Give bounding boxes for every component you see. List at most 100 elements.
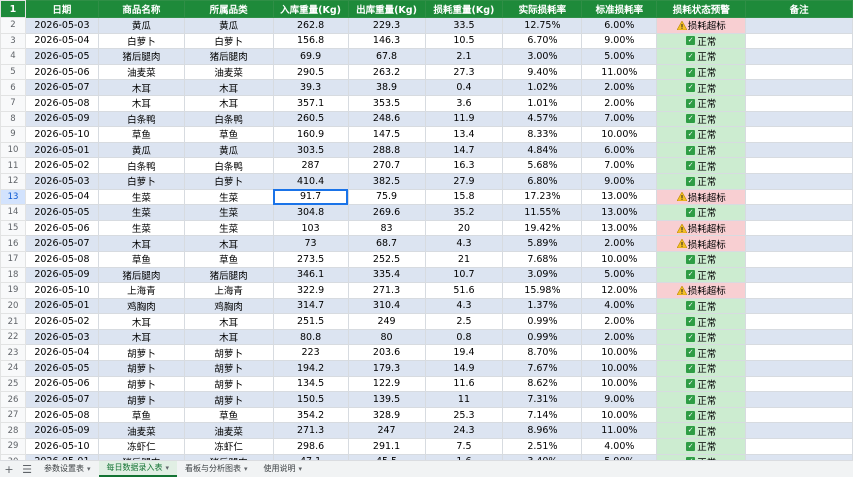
cell-standard-rate[interactable]: 2.00% xyxy=(581,79,658,96)
cell-actual-rate[interactable]: 3.00% xyxy=(502,48,583,65)
cell-category[interactable]: 猪后腿肉 xyxy=(183,48,274,65)
cell-in-weight[interactable]: 194.2 xyxy=(272,360,349,377)
cell-status[interactable]: ✓正常 xyxy=(656,406,747,424)
chevron-down-icon[interactable]: ▾ xyxy=(244,461,248,477)
cell-out-weight[interactable]: 247 xyxy=(347,422,426,440)
cell-out-weight[interactable]: 68.7 xyxy=(347,235,426,252)
plus-icon[interactable]: + xyxy=(0,463,18,476)
cell-actual-rate[interactable]: 12.75% xyxy=(502,17,583,34)
cell-in-weight[interactable]: 273.5 xyxy=(272,250,349,268)
cell-product[interactable]: 生菜 xyxy=(97,188,185,206)
col-in-weight-header[interactable]: 入库重量(Kg) xyxy=(272,0,349,18)
row-number[interactable]: 8 xyxy=(0,110,26,128)
cell-product[interactable]: 草鱼 xyxy=(97,250,185,268)
cell-in-weight[interactable]: 357.1 xyxy=(272,94,349,112)
cell-actual-rate[interactable]: 1.37% xyxy=(502,297,583,315)
cell-out-weight[interactable]: 83 xyxy=(347,219,426,237)
cell-loss-weight[interactable]: 10.7 xyxy=(424,266,504,284)
cell-loss-weight[interactable]: 11.9 xyxy=(424,110,504,128)
cell-status[interactable]: ✓正常 xyxy=(656,391,747,408)
sheet-tab[interactable]: 每日数据录入表 ▾ xyxy=(98,461,178,477)
cell-out-weight[interactable]: 270.7 xyxy=(347,157,426,174)
col-actual-rate-header[interactable]: 实际损耗率 xyxy=(502,0,583,18)
cell-standard-rate[interactable]: 13.00% xyxy=(581,204,658,221)
cell-in-weight[interactable]: 69.9 xyxy=(272,48,349,65)
cell-notes[interactable] xyxy=(745,406,853,424)
cell-notes[interactable] xyxy=(745,328,853,346)
cell-in-weight[interactable]: 271.3 xyxy=(272,422,349,440)
cell-date[interactable]: 2026-05-01 xyxy=(24,297,99,315)
cell-category[interactable]: 鸡胸肉 xyxy=(183,297,274,315)
cell-notes[interactable] xyxy=(745,219,853,237)
cell-category[interactable]: 白萝卜 xyxy=(183,32,274,50)
cell-actual-rate[interactable]: 7.14% xyxy=(502,406,583,424)
cell-out-weight[interactable]: 291.1 xyxy=(347,438,426,455)
cell-out-weight[interactable]: 248.6 xyxy=(347,110,426,128)
cell-out-weight[interactable]: 122.9 xyxy=(347,375,426,393)
row-number[interactable]: 29 xyxy=(0,438,26,455)
cell-status[interactable]: 损耗超标 xyxy=(656,235,747,252)
cell-actual-rate[interactable]: 2.51% xyxy=(502,438,583,455)
cell-loss-weight[interactable]: 27.9 xyxy=(424,172,504,190)
row-number[interactable]: 7 xyxy=(0,94,26,112)
cell-standard-rate[interactable]: 10.00% xyxy=(581,344,658,362)
col-loss-weight-header[interactable]: 损耗重量(Kg) xyxy=(424,0,504,18)
cell-category[interactable]: 油麦菜 xyxy=(183,63,274,81)
row-number[interactable]: 9 xyxy=(0,126,26,143)
sheet-tab[interactable]: 参数设置表 ▾ xyxy=(36,461,99,477)
cell-date[interactable]: 2026-05-05 xyxy=(24,204,99,221)
cell-actual-rate[interactable]: 5.68% xyxy=(502,157,583,174)
row-number[interactable]: 28 xyxy=(0,422,26,440)
cell-product[interactable]: 猪后腿肉 xyxy=(97,48,185,65)
cell-notes[interactable] xyxy=(745,313,853,330)
cell-standard-rate[interactable]: 10.00% xyxy=(581,375,658,393)
cell-notes[interactable] xyxy=(745,172,853,190)
chevron-down-icon[interactable]: ▾ xyxy=(299,461,303,477)
cell-loss-weight[interactable]: 2.1 xyxy=(424,48,504,65)
cell-date[interactable]: 2026-05-01 xyxy=(24,141,99,159)
cell-date[interactable]: 2026-05-07 xyxy=(24,79,99,96)
cell-status[interactable]: ✓正常 xyxy=(656,48,747,65)
cell-out-weight[interactable]: 271.3 xyxy=(347,282,426,299)
cell-in-weight[interactable]: 304.8 xyxy=(272,204,349,221)
row-number[interactable]: 1 xyxy=(0,0,26,18)
cell-standard-rate[interactable]: 5.00% xyxy=(581,266,658,284)
cell-in-weight[interactable]: 287 xyxy=(272,157,349,174)
cell-in-weight[interactable]: 103 xyxy=(272,219,349,237)
cell-notes[interactable] xyxy=(745,17,853,34)
cell-category[interactable]: 白条鸭 xyxy=(183,157,274,174)
cell-in-weight[interactable]: 298.6 xyxy=(272,438,349,455)
cell-in-weight[interactable]: 134.5 xyxy=(272,375,349,393)
cell-product[interactable]: 胡萝卜 xyxy=(97,375,185,393)
cell-notes[interactable] xyxy=(745,422,853,440)
row-number[interactable]: 6 xyxy=(0,79,26,96)
cell-date[interactable]: 2026-05-08 xyxy=(24,250,99,268)
cell-out-weight[interactable]: 335.4 xyxy=(347,266,426,284)
cell-loss-weight[interactable]: 0.8 xyxy=(424,328,504,346)
cell-status[interactable]: ✓正常 xyxy=(656,94,747,112)
cell-status[interactable]: 损耗超标 xyxy=(656,219,747,237)
cell-date[interactable]: 2026-05-10 xyxy=(24,282,99,299)
cell-status[interactable]: ✓正常 xyxy=(656,204,747,221)
cell-date[interactable]: 2026-05-03 xyxy=(24,17,99,34)
cell-loss-weight[interactable]: 19.4 xyxy=(424,344,504,362)
cell-standard-rate[interactable]: 5.00% xyxy=(581,48,658,65)
cell-date[interactable]: 2026-05-05 xyxy=(24,360,99,377)
cell-notes[interactable] xyxy=(745,188,853,206)
cell-standard-rate[interactable]: 13.00% xyxy=(581,219,658,237)
cell-actual-rate[interactable]: 7.68% xyxy=(502,250,583,268)
cell-status[interactable]: ✓正常 xyxy=(656,375,747,393)
cell-actual-rate[interactable]: 1.02% xyxy=(502,79,583,96)
cell-actual-rate[interactable]: 5.89% xyxy=(502,235,583,252)
cell-product[interactable]: 木耳 xyxy=(97,328,185,346)
row-number[interactable]: 17 xyxy=(0,250,26,268)
cell-product[interactable]: 冻虾仁 xyxy=(97,438,185,455)
row-number[interactable]: 3 xyxy=(0,32,26,50)
cell-standard-rate[interactable]: 4.00% xyxy=(581,438,658,455)
cell-date[interactable]: 2026-05-08 xyxy=(24,406,99,424)
cell-date[interactable]: 2026-05-06 xyxy=(24,375,99,393)
cell-out-weight[interactable]: 229.3 xyxy=(347,17,426,34)
cell-date[interactable]: 2026-05-04 xyxy=(24,32,99,50)
cell-loss-weight[interactable]: 11 xyxy=(424,391,504,408)
cell-product[interactable]: 生菜 xyxy=(97,204,185,221)
